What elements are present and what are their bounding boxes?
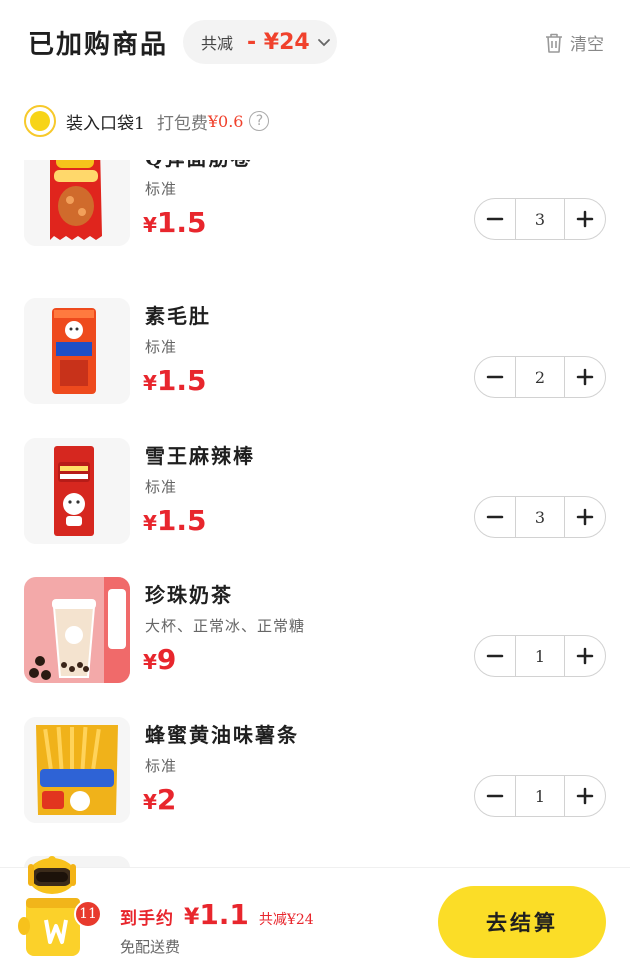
product-name: Q弹面筋卷 [145, 160, 252, 171]
trash-icon [546, 33, 562, 53]
cart-item: Q弹面筋卷 标准 ¥1.5 3 [0, 160, 630, 248]
decrease-button[interactable] [475, 636, 515, 676]
packing-fee-label: 打包费 [156, 113, 208, 134]
increase-button[interactable] [565, 497, 605, 537]
quantity-value[interactable]: 3 [515, 199, 565, 239]
cart-item-list[interactable]: Q弹面筋卷 标准 ¥1.5 3 素毛肚 标准 ¥1.5 2 [0, 160, 630, 867]
product-image [24, 577, 130, 683]
discount-summary-button[interactable]: 共减 - ¥24 [183, 20, 337, 64]
increase-button[interactable] [565, 776, 605, 816]
cart-item: 素毛肚 标准 ¥1.5 2 [0, 298, 630, 406]
quantity-value[interactable]: 3 [515, 497, 565, 537]
discount-value: - ¥24 [247, 29, 310, 55]
decrease-button[interactable] [475, 357, 515, 397]
minus-icon [486, 794, 504, 798]
decrease-button[interactable] [475, 776, 515, 816]
chevron-down-icon [317, 39, 330, 47]
product-spec: 标准 [145, 478, 178, 496]
help-icon[interactable]: ? [249, 111, 270, 131]
cart-item: 雪王麻辣棒 标准 ¥1.5 3 [0, 438, 630, 546]
cart-item: 珍珠奶茶 大杯、正常冰、正常糖 ¥9 1 [0, 577, 630, 685]
bag-label: 装入口袋1 [66, 113, 145, 134]
product-image [24, 438, 130, 544]
minus-icon [486, 515, 504, 519]
quantity-stepper[interactable]: 1 [474, 775, 606, 817]
minus-icon [486, 375, 504, 379]
plus-icon [576, 787, 594, 805]
minus-icon [486, 217, 504, 221]
increase-button[interactable] [565, 357, 605, 397]
plus-icon [576, 210, 594, 228]
radio-selected-dot [30, 111, 50, 131]
cart-item: 蜂蜜黄油味薯条 标准 ¥2 1 [0, 717, 630, 825]
product-price: ¥9 [143, 643, 177, 676]
product-image [24, 298, 130, 404]
packing-fee-value: ¥0.6 [207, 111, 244, 131]
product-name: 素毛肚 [145, 304, 211, 328]
decrease-button[interactable] [475, 497, 515, 537]
product-name: 珍珠奶茶 [145, 583, 233, 607]
product-spec: 大杯、正常冰、正常糖 [145, 617, 306, 635]
cart-header: 已加购商品 共减 - ¥24 清空 [0, 0, 630, 90]
checkout-bar: 11 到手约 ¥1.1 共减¥24 免配送费 去结算 [0, 856, 630, 977]
product-image [24, 717, 130, 823]
checkout-button[interactable]: 去结算 [438, 886, 606, 958]
saved-amount: 共减¥24 [258, 912, 314, 928]
bag-selector[interactable]: 装入口袋1 打包费 ¥0.6 ? [24, 104, 270, 138]
product-price: ¥1.5 [143, 504, 207, 537]
increase-button[interactable] [565, 636, 605, 676]
product-spec: 标准 [145, 180, 178, 198]
product-price: ¥1.5 [143, 364, 207, 397]
quantity-stepper[interactable]: 2 [474, 356, 606, 398]
payment-summary: 到手约 ¥1.1 共减¥24 [120, 898, 314, 931]
decrease-button[interactable] [475, 199, 515, 239]
discount-label: 共减 [201, 34, 234, 53]
increase-button[interactable] [565, 199, 605, 239]
pay-label: 到手约 [120, 909, 174, 929]
plus-icon [576, 508, 594, 526]
plus-icon [576, 368, 594, 386]
free-shipping-label: 免配送费 [120, 938, 181, 956]
quantity-stepper[interactable]: 3 [474, 198, 606, 240]
bag-radio[interactable] [24, 105, 56, 137]
quantity-stepper[interactable]: 3 [474, 496, 606, 538]
quantity-value[interactable]: 1 [515, 636, 565, 676]
product-price: ¥2 [143, 783, 177, 816]
product-spec: 标准 [145, 338, 178, 356]
product-spec: 标准 [145, 757, 178, 775]
clear-cart-button[interactable]: 清空 [544, 30, 604, 55]
quantity-stepper[interactable]: 1 [474, 635, 606, 677]
product-image [24, 160, 130, 246]
cart-count-badge: 11 [74, 900, 102, 928]
product-name: 蜂蜜黄油味薯条 [145, 723, 299, 747]
pay-amount: ¥1.1 [184, 898, 249, 931]
page-title: 已加购商品 [28, 30, 169, 60]
minus-icon [486, 654, 504, 658]
product-price: ¥1.5 [143, 206, 207, 239]
quantity-value[interactable]: 1 [515, 776, 565, 816]
quantity-value[interactable]: 2 [515, 357, 565, 397]
plus-icon [576, 647, 594, 665]
product-name: 雪王麻辣棒 [145, 444, 255, 468]
clear-label: 清空 [570, 35, 604, 55]
